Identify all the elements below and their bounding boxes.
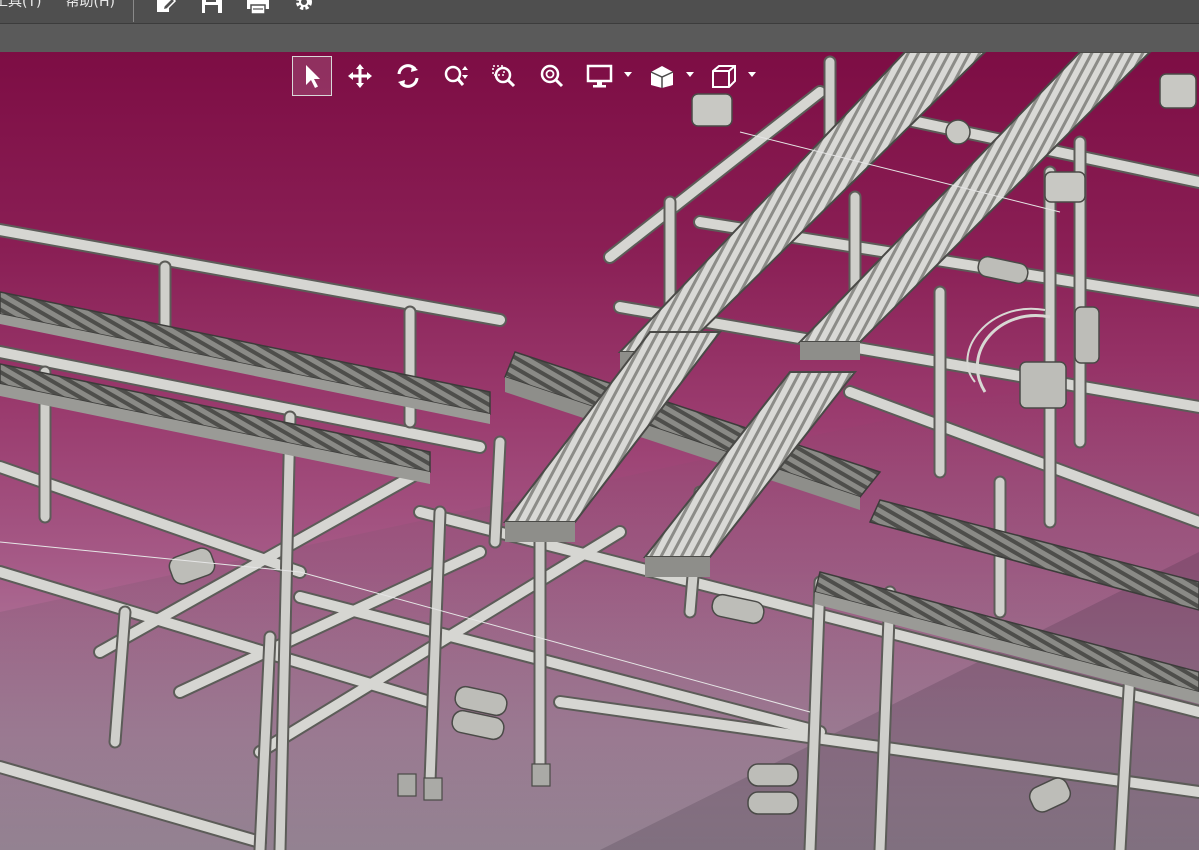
chevron-down-icon <box>686 72 694 77</box>
edit-document-button[interactable] <box>150 0 180 18</box>
select-tool-button[interactable] <box>292 56 332 96</box>
section-view-button[interactable] <box>642 57 696 95</box>
settings-button[interactable] <box>288 0 318 18</box>
command-ribbon-strip <box>0 24 1199 53</box>
zoom-fit-icon <box>540 64 564 88</box>
select-arrow-icon <box>306 65 320 88</box>
rotate-tool-button[interactable] <box>388 57 428 95</box>
menu-help[interactable]: 帮助(H) <box>53 0 126 9</box>
save-icon <box>201 0 222 13</box>
view-toolbar <box>292 56 766 96</box>
settings-gear-icon <box>295 0 312 10</box>
zoom-fit-button[interactable] <box>532 57 572 95</box>
section-view-icon <box>650 66 674 88</box>
display-mode-button[interactable] <box>580 57 634 95</box>
chevron-down-icon <box>624 72 632 77</box>
chevron-down-icon <box>748 72 756 77</box>
pan-tool-button[interactable] <box>340 57 380 95</box>
menu-separator <box>132 0 134 22</box>
3d-viewport[interactable] <box>0 52 1199 850</box>
zoom-in-out-icon <box>444 65 468 86</box>
menu-tools[interactable]: 工具(T) <box>0 0 53 9</box>
save-button[interactable] <box>196 0 226 18</box>
zoom-tool-button[interactable] <box>436 57 476 95</box>
zoom-window-icon <box>492 65 516 88</box>
view-cube-icon <box>712 65 736 88</box>
print-button[interactable] <box>242 0 272 18</box>
view-cube-button[interactable] <box>704 57 758 95</box>
conveyor-model-render <box>0 52 1199 850</box>
menu-bar: 工具(T) 帮助(H) <box>0 0 1199 24</box>
zoom-window-button[interactable] <box>484 57 524 95</box>
display-mode-icon <box>586 64 613 88</box>
print-icon <box>246 0 269 14</box>
edit-document-icon <box>156 0 176 12</box>
rotate-icon <box>397 64 419 88</box>
pan-move-icon <box>348 64 372 88</box>
